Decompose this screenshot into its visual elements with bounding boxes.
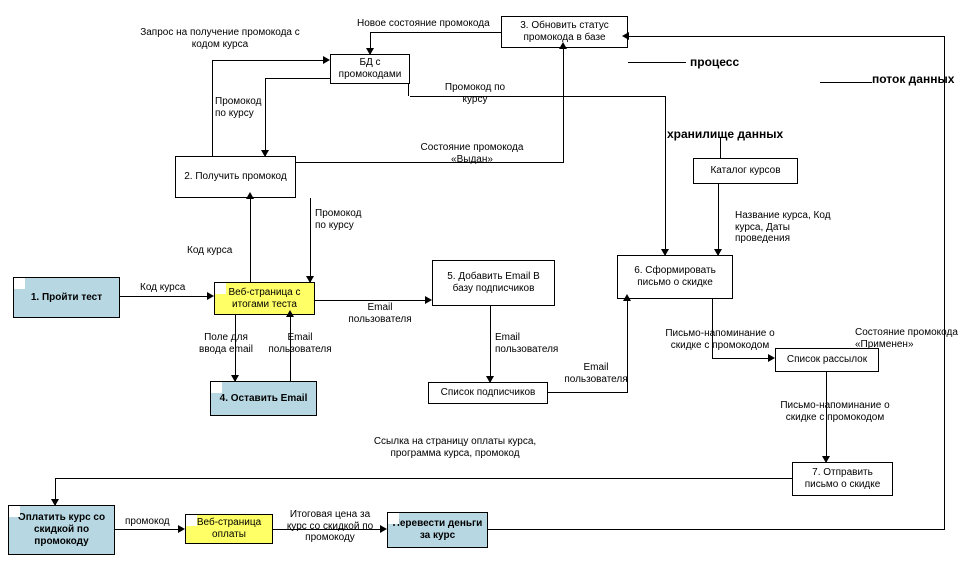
arrow-db-to-2-h: [265, 78, 331, 79]
arrowhead-db-to-2: [261, 150, 269, 157]
arrow-transfer-to-3-v: [944, 36, 945, 530]
arrowhead-web-to-5: [425, 296, 432, 304]
box-4-label: 4. Оставить Email: [220, 393, 308, 405]
arrow-web-to-5: [315, 300, 427, 301]
label-email-polz2: Email пользователя: [342, 302, 418, 325]
box-transfer-money-label: Перевести деньги за курс: [392, 518, 483, 542]
legend-dataflow: поток данных: [872, 73, 954, 87]
box-5-add-email: 5. Добавить Email В базу подписчиков: [432, 260, 555, 306]
arrow-7-to-pay-h: [55, 478, 792, 479]
arrowhead-2-to-db: [323, 56, 330, 64]
label-email-polz3: Email пользователя: [495, 332, 571, 355]
label-kod-kursa: Код курса: [140, 282, 185, 294]
box-subscriber-list-label: Список подписчиков: [441, 387, 536, 399]
box-7-send-letter: 7. Отправить письмо о скидке: [792, 462, 893, 496]
label-ssylka: Ссылка на страницу оплаты курса, програм…: [365, 436, 545, 459]
label-sost-vydan: Состояние промокода «Выдан»: [402, 142, 542, 165]
box-web-test-results-label: Веб-страница с итогами теста: [219, 287, 310, 311]
box-5-label: 5. Добавить Email В базу подписчиков: [437, 271, 550, 295]
arrowhead-6-to-maillist: [768, 354, 775, 362]
arrowhead-4-to-web: [286, 310, 294, 317]
label-pismo-napom2: Письмо-напоминание о скидке с промокодом: [765, 400, 905, 423]
legend-datastore-line-v: [720, 138, 721, 158]
legend-process: процесс: [690, 56, 739, 70]
arrow-db-to-6-v1: [408, 84, 409, 96]
arrowhead-sublist-to-6: [623, 294, 631, 301]
arrowhead-web-to-2: [246, 192, 254, 199]
box-catalog-label: Каталог курсов: [710, 165, 780, 177]
box-7-label: 7. Отправить письмо о скидке: [797, 467, 888, 491]
arrow-6-to-maillist-h: [712, 358, 770, 359]
arrow-pay-to-webpay: [115, 529, 180, 530]
box-mailing-list: Список рассылок: [775, 348, 879, 372]
box-1-label: 1. Пройти тест: [31, 292, 102, 304]
arrow-sublist-to-6-h: [548, 392, 628, 393]
box-mailing-list-label: Список рассылок: [787, 354, 867, 366]
box-6-label: 6. Сформировать письмо о скидке: [622, 265, 728, 289]
arrow-transfer-to-3-h: [488, 529, 945, 530]
label-email-polz: Email пользователя: [262, 332, 338, 355]
box-course-catalog: Каталог курсов: [693, 158, 798, 184]
legend-dataflow-line: [820, 82, 872, 83]
legend-datastore: хранилище данных: [667, 128, 783, 142]
arrow-katalog-to-6: [718, 184, 719, 255]
label-nazv-kursa: Название курса, Код курса, Даты проведен…: [735, 210, 845, 245]
arrow-db-to-6-v2: [665, 96, 666, 255]
arrowhead-web-to-4: [231, 375, 239, 382]
arrowhead-webpay-to-transfer: [380, 525, 387, 533]
arrow-2-to-db-v: [212, 60, 213, 156]
arrow-5-to-sublist: [490, 306, 491, 382]
arrowhead-2-to-3: [559, 42, 567, 49]
box-web-payment-label: Веб-страница оплаты: [190, 517, 268, 541]
label-promokod: промокод: [125, 516, 170, 528]
box-pay-course-label: Оплатить курс со скидкой по промокоду: [13, 512, 110, 548]
box-2-get-promocode: 2. Получить промокод: [175, 156, 296, 198]
box-db-label: БД с промокодами: [335, 57, 405, 81]
box-transfer-money: Перевести деньги за курс: [387, 512, 488, 548]
arrowhead-7-to-pay: [51, 499, 59, 506]
arrow-3-to-db-h: [370, 32, 501, 33]
label-sost-primenen: Состояние промокода «Применен»: [855, 327, 965, 350]
label-pole-email: Поле для ввода email: [196, 332, 256, 355]
box-db-promocodes: БД с промокодами: [330, 54, 410, 84]
arrowhead-2-to-web: [306, 276, 314, 283]
box-subscriber-list: Список подписчиков: [428, 382, 548, 404]
label-promokod-kursu3: Промокод по курсу: [315, 208, 375, 231]
arrow-1-to-web: [120, 296, 208, 297]
arrowhead-1-to-web: [207, 292, 214, 300]
box-2-label: 2. Получить промокод: [184, 171, 287, 183]
label-promokod-kursu2: Промокод по курсу: [440, 82, 510, 105]
arrowhead-3-to-db: [366, 48, 374, 55]
box-web-test-results: Веб-страница с итогами теста: [214, 282, 315, 315]
arrowhead-db-to-6: [661, 249, 669, 256]
arrowhead-pay-to-webpay: [178, 525, 185, 533]
arrow-2-to-3-v: [563, 48, 564, 163]
label-itog-cena: Итоговая цена за курс со скидкой по пром…: [280, 509, 380, 544]
arrow-2-to-db-h: [212, 60, 324, 61]
arrowhead-5-to-sublist: [486, 376, 494, 383]
label-email-polz4: Email пользователя: [558, 362, 634, 385]
label-zapros: Запрос на получение промокода с кодом ку…: [130, 27, 310, 50]
arrowhead-transfer-to-3: [622, 32, 629, 40]
label-novoe-sost: Новое состояние промокода: [357, 18, 490, 30]
arrow-web-to-2: [250, 198, 251, 282]
arrow-2-to-web-v: [310, 198, 311, 282]
label-kod-kursa2: Код курса: [187, 245, 232, 257]
box-1-take-test: 1. Пройти тест: [13, 277, 120, 318]
label-promokod-kursu1: Промокод по курсу: [215, 96, 275, 119]
box-4-leave-email: 4. Оставить Email: [210, 381, 317, 416]
box-pay-course: Оплатить курс со скидкой по промокоду: [8, 505, 115, 555]
box-3-label: 3. Обновить статус промокода в базе: [506, 20, 623, 44]
arrow-transfer-to-3-h2: [628, 36, 945, 37]
box-6-compose-letter: 6. Сформировать письмо о скидке: [617, 255, 733, 299]
legend-process-line: [628, 62, 686, 63]
label-pismo-napom: Письмо-напоминание о скидке с промокодом: [655, 328, 785, 351]
arrowhead-katalog-to-6: [714, 249, 722, 256]
arrowhead-maillist-to-7: [822, 456, 830, 463]
box-web-payment: Веб-страница оплаты: [185, 514, 273, 544]
